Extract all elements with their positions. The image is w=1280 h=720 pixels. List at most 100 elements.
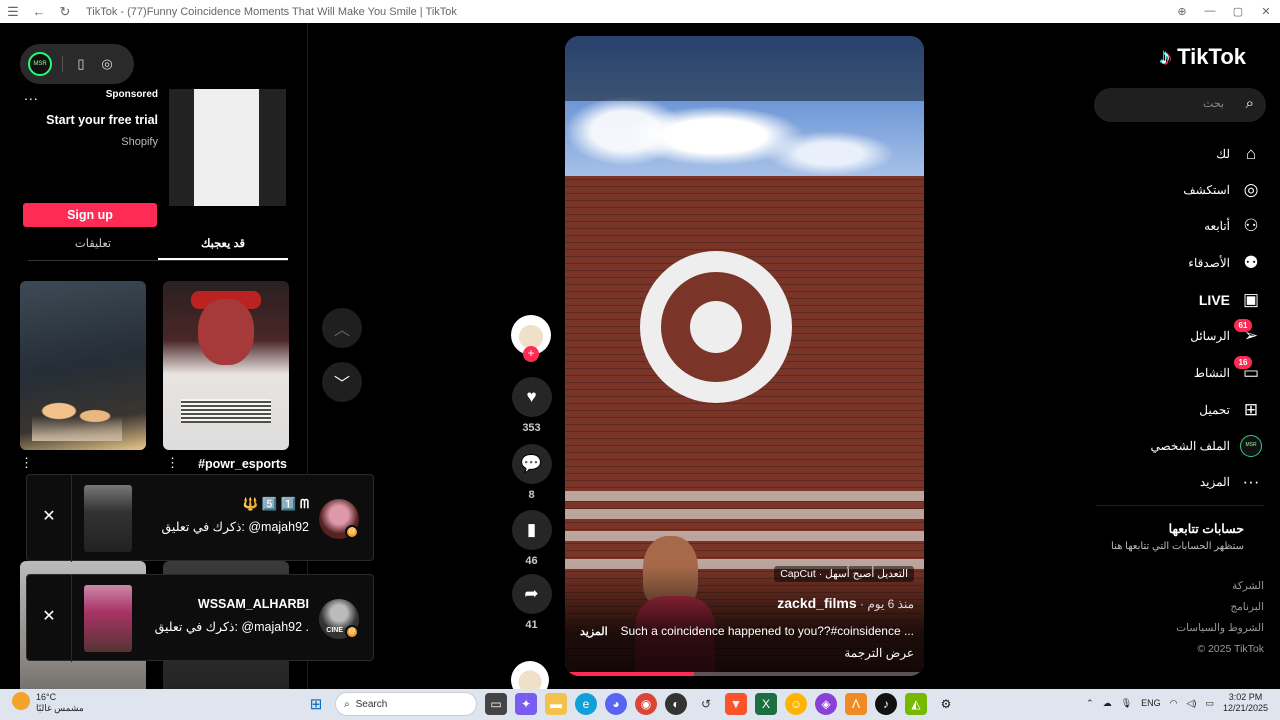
browser-title-bar: ☰ ← ↻ TikTok - (77)Funny Coincidence Mom… xyxy=(0,0,1280,23)
search-icon[interactable]: ⌕ xyxy=(1246,95,1254,112)
share-icon[interactable]: ➦ xyxy=(511,574,552,614)
video-player[interactable]: CapCut · التعديل أصبح أسهل zackd_films ·… xyxy=(565,36,924,676)
close-window-button[interactable]: ✕ xyxy=(1252,5,1280,18)
mention-notification[interactable]: ✕ 🔱 5️⃣ 1️⃣ ᗰ ذكرك في تعليق: @majah92 @ xyxy=(26,474,374,562)
app-icon[interactable]: ◈ xyxy=(815,693,837,715)
follow-plus-icon[interactable]: + xyxy=(523,346,539,362)
wifi-icon[interactable]: ◠ xyxy=(1170,698,1178,709)
discord-icon[interactable]: ◕ xyxy=(605,693,627,715)
video-author[interactable]: zackd_films · منذ 6 يوم xyxy=(777,595,914,611)
ad-brand[interactable]: Shopify xyxy=(121,136,158,148)
sidebar-item-live[interactable]: LIVE ▣ xyxy=(1199,282,1262,318)
arrow-left-icon[interactable]: ← xyxy=(30,4,48,20)
menu-icon[interactable]: ☰ xyxy=(4,4,22,20)
video-thumbnail[interactable] xyxy=(163,281,289,450)
app-icon[interactable]: ☺ xyxy=(785,693,807,715)
sidebar-item-messages[interactable]: الرسائل ➢ 61 xyxy=(1190,318,1262,354)
sun-icon xyxy=(12,692,30,710)
avatar[interactable]: + xyxy=(511,315,551,362)
settings-icon[interactable]: ⚙ xyxy=(935,693,957,715)
taskbar-search[interactable]: ⌕ Search xyxy=(335,692,477,716)
microphone-icon[interactable]: 🎙 xyxy=(1121,698,1132,709)
zoom-icon[interactable]: ⊕ xyxy=(1168,5,1196,18)
sidebar-item-more[interactable]: المزيد ··· xyxy=(1200,464,1262,500)
nvidia-icon[interactable]: ◭ xyxy=(905,693,927,715)
sidebar-item-explore[interactable]: استكشف ◎ xyxy=(1183,172,1262,208)
battery-icon[interactable]: ▭ xyxy=(1205,698,1214,709)
reload-icon[interactable]: ↻ xyxy=(56,4,74,20)
brave-icon[interactable]: ▼ xyxy=(725,693,747,715)
sidebar-item-upload[interactable]: تحميل ⊞ xyxy=(1199,392,1262,428)
heart-icon[interactable]: ♥ xyxy=(511,377,552,417)
tab-you-may-like[interactable]: قد يعجبك xyxy=(158,233,288,260)
app-icon[interactable]: ↺ xyxy=(695,693,717,715)
tab-comments[interactable]: تعليقات xyxy=(28,233,158,260)
copilot-icon[interactable]: ✦ xyxy=(515,693,537,715)
video-hashtag[interactable]: #powr_esports xyxy=(198,457,287,471)
follow-user-icon: ⚇ xyxy=(1243,216,1259,235)
weather-tray-icon[interactable]: ☁ xyxy=(1103,698,1112,709)
app-icon[interactable]: Λ xyxy=(845,693,867,715)
previous-video-button[interactable]: ︿ xyxy=(322,308,362,348)
app-icon[interactable]: ◐ xyxy=(665,693,687,715)
tiktok-icon[interactable]: ♪ xyxy=(875,693,897,715)
window-title: TikTok - (77)Funny Coincidence Moments T… xyxy=(86,5,457,18)
sign-up-button[interactable]: Sign up xyxy=(23,203,157,227)
comment-action[interactable]: 💬 8 xyxy=(511,444,552,501)
footer-link-program[interactable]: البرنامج xyxy=(1084,601,1264,613)
close-icon[interactable]: ✕ xyxy=(37,505,61,529)
ad-more-icon[interactable]: ... xyxy=(24,87,39,103)
windows-start-icon[interactable]: ⊞ xyxy=(305,693,327,715)
notification-thumbnail[interactable] xyxy=(84,585,132,652)
search-input[interactable]: بحث ⌕ xyxy=(1094,88,1266,122)
volume-icon[interactable]: ◁) xyxy=(1187,698,1197,709)
language-indicator[interactable]: ENG xyxy=(1141,698,1161,708)
close-icon[interactable]: ✕ xyxy=(37,605,61,629)
footer-link-company[interactable]: الشركة xyxy=(1084,580,1264,592)
ad-thumbnail[interactable] xyxy=(169,89,286,206)
mention-notification[interactable]: ✕ WSSAM_ALHARBI ذكرك في تعليق: @majah92 … xyxy=(26,574,374,662)
maximize-button[interactable]: ▢ xyxy=(1224,5,1252,18)
divider xyxy=(62,56,63,72)
chevron-up-icon[interactable]: ⌃ xyxy=(1086,698,1094,709)
temperature: 16°C xyxy=(36,692,57,702)
sidebar-item-label: النشاط xyxy=(1193,366,1230,380)
task-view-icon[interactable]: ▭ xyxy=(485,693,507,715)
save-action[interactable]: ▮ 46 xyxy=(511,510,552,567)
sidebar-item-label: الرسائل xyxy=(1190,329,1230,343)
sidebar-item-friends[interactable]: الأصدقاء ⚉ xyxy=(1188,245,1262,281)
sidebar-item-activity[interactable]: النشاط ▭ 16 xyxy=(1194,355,1262,391)
notification-thumbnail[interactable] xyxy=(84,485,132,552)
caption-more-link[interactable]: المزيد xyxy=(580,625,608,638)
music-disc-icon[interactable] xyxy=(511,661,549,689)
more-options-icon[interactable]: ⋮ xyxy=(166,455,179,471)
see-translation-link[interactable]: عرض الترجمة xyxy=(844,646,914,660)
avatar[interactable]: MSR xyxy=(28,52,52,76)
compass-icon[interactable]: ◎ xyxy=(99,56,115,72)
next-video-button[interactable]: ﹀ xyxy=(322,362,362,402)
phone-icon[interactable]: ▯ xyxy=(73,56,89,72)
minimize-button[interactable]: — xyxy=(1196,5,1224,18)
video-thumbnail[interactable] xyxy=(20,281,146,450)
footer-link-terms[interactable]: الشروط والسياسات xyxy=(1084,622,1264,634)
sidebar-item-for-you[interactable]: لك ⌂ xyxy=(1216,136,1262,172)
chrome-icon[interactable]: ◉ xyxy=(635,693,657,715)
share-action[interactable]: ➦ 41 xyxy=(511,574,552,631)
more-options-icon[interactable]: ⋮ xyxy=(20,455,33,471)
author-name[interactable]: zackd_films xyxy=(777,595,856,611)
clock[interactable]: 3:02 PM 12/21/2025 xyxy=(1223,692,1268,714)
like-action[interactable]: ♥ 353 xyxy=(511,377,552,434)
video-progress-bar[interactable] xyxy=(565,672,924,676)
weather-widget[interactable]: 16°C مشمس غالبًا xyxy=(12,692,84,714)
sponsored-label: Sponsored xyxy=(105,89,158,100)
sidebar-item-following[interactable]: أتابعه ⚇ xyxy=(1204,208,1262,244)
capcut-tag[interactable]: CapCut · التعديل أصبح أسهل xyxy=(774,566,914,582)
excel-icon[interactable]: X xyxy=(755,693,777,715)
bookmark-icon[interactable]: ▮ xyxy=(511,510,552,550)
file-explorer-icon[interactable]: ▬ xyxy=(545,693,567,715)
ad-headline[interactable]: Start your free trial xyxy=(46,113,158,127)
comment-icon[interactable]: 💬 xyxy=(511,444,552,484)
edge-icon[interactable]: e xyxy=(575,693,597,715)
sidebar-item-profile[interactable]: الملف الشخصي MSR xyxy=(1150,428,1262,464)
tiktok-logo[interactable]: ♪ TikTok xyxy=(1160,44,1246,70)
